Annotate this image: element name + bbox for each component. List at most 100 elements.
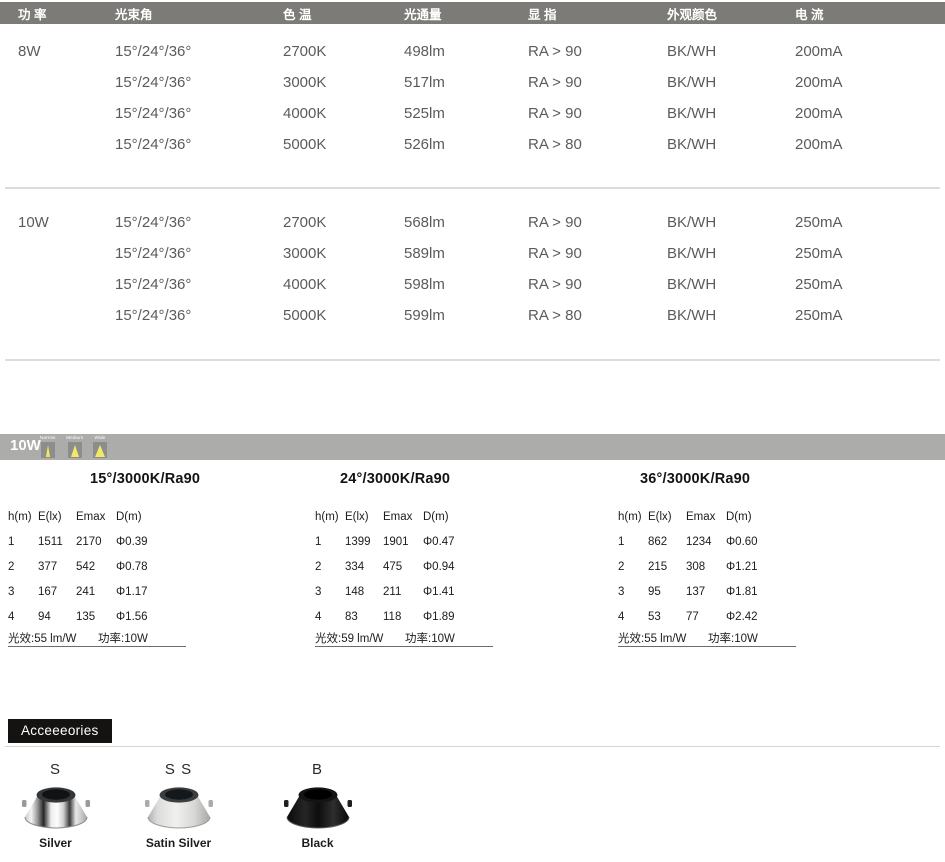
photometric-cell: Φ0.39 xyxy=(116,536,186,548)
spec-cell-color: BK/WH xyxy=(667,105,795,122)
spec-table-row: 8W15°/24°/36°2700K498lmRA > 90BK/WH200mA xyxy=(0,36,945,67)
spec-cell-color: BK/WH xyxy=(667,276,795,293)
spec-cell-beam: 15°/24°/36° xyxy=(115,214,283,231)
spec-cell-current: 250mA xyxy=(795,276,945,293)
photometric-table: h(m)E(lx)EmaxD(m)115112170Φ0.392377542Φ0… xyxy=(8,504,186,647)
beam-icons: Narrow Medium Wide xyxy=(38,435,107,458)
photometric-header-cell: Emax xyxy=(686,511,726,523)
reflector-ring-satin-silver-image xyxy=(131,781,226,835)
accessories-title: Acceeeories xyxy=(21,723,99,738)
spec-cell-beam: 15°/24°/36° xyxy=(115,105,283,122)
photometric-cell: 4 xyxy=(618,611,648,623)
spec-header-cell: 光通量 xyxy=(404,4,528,23)
photometric-cell: Φ1.17 xyxy=(116,586,186,598)
photometric-cell: 2 xyxy=(8,561,38,573)
spec-cell-current: 200mA xyxy=(795,136,945,153)
photometric-cell: 215 xyxy=(648,561,686,573)
photometric-cell: Φ0.94 xyxy=(423,561,493,573)
spec-table-row: 15°/24°/36°4000K598lmRA > 90BK/WH250mA xyxy=(0,269,945,300)
accessory-code: S xyxy=(8,761,103,779)
beam-icon-group: Medium xyxy=(64,435,85,458)
spec-cell-cri: RA > 80 xyxy=(528,136,667,153)
reflector-ring-black-image xyxy=(270,781,365,835)
narrow-beam-icon xyxy=(41,442,55,458)
spec-group: 8W15°/24°/36°2700K498lmRA > 90BK/WH200mA… xyxy=(0,36,945,160)
spec-table-row: 10W15°/24°/36°2700K568lmRA > 90BK/WH250m… xyxy=(0,207,945,238)
power-cell: 10W xyxy=(18,214,115,231)
spec-header-cell: 光束角 xyxy=(115,4,283,23)
photometric-row: 115112170Φ0.39 xyxy=(8,529,186,554)
photometric-header-cell: E(lx) xyxy=(648,511,686,523)
photometric-row: 45377Φ2.42 xyxy=(618,604,796,629)
spec-cell-color: BK/WH xyxy=(667,43,795,60)
spec-sheet-page: 功 率光束角色 温光通量显 指外观颜色电 流 8W15°/24°/36°2700… xyxy=(0,0,945,862)
photometric-cell: 83 xyxy=(345,611,383,623)
medium-beam-icon xyxy=(68,442,82,458)
power-label: 功率:10W xyxy=(708,630,758,646)
spec-cell-current: 200mA xyxy=(795,43,945,60)
divider-line xyxy=(5,746,940,747)
spec-cell-current: 250mA xyxy=(795,214,945,231)
spec-cell-cri: RA > 90 xyxy=(528,276,667,293)
photometric-footer: 光效:55 lm/W功率:10W xyxy=(8,629,186,647)
photometric-cell: Φ0.78 xyxy=(116,561,186,573)
spec-cell-flux: 589lm xyxy=(404,245,528,262)
photometric-cell: 1 xyxy=(8,536,38,548)
spec-table-row: 15°/24°/36°4000K525lmRA > 90BK/WH200mA xyxy=(0,98,945,129)
spec-cell-beam: 15°/24°/36° xyxy=(115,74,283,91)
beam-label: Medium xyxy=(66,436,83,442)
accessory-item: SSilver xyxy=(8,761,103,850)
spec-cell-current: 250mA xyxy=(795,307,945,324)
photometric-cell: 118 xyxy=(383,611,423,623)
photometric-cell: Φ1.41 xyxy=(423,586,493,598)
spec-cell-cct: 3000K xyxy=(283,245,404,262)
photometric-cell: 1 xyxy=(315,536,345,548)
photometric-header-cell: h(m) xyxy=(618,511,648,523)
spec-cell-beam: 15°/24°/36° xyxy=(115,43,283,60)
spec-cell-beam: 15°/24°/36° xyxy=(115,307,283,324)
photometric-header-row: h(m)E(lx)EmaxD(m) xyxy=(315,504,493,529)
spec-header-cell: 显 指 xyxy=(528,4,667,23)
spec-cell-cri: RA > 90 xyxy=(528,214,667,231)
photometric-cell: 2 xyxy=(315,561,345,573)
spec-table-body: 8W15°/24°/36°2700K498lmRA > 90BK/WH200mA… xyxy=(0,24,945,331)
spec-cell-flux: 517lm xyxy=(404,74,528,91)
photometric-footer: 光效:55 lm/W功率:10W xyxy=(618,629,796,647)
photometric-table-title: 36°/3000K/Ra90 xyxy=(640,471,750,487)
spec-cell-cct: 4000K xyxy=(283,276,404,293)
spec-cell-flux: 598lm xyxy=(404,276,528,293)
photometric-cell: Φ1.56 xyxy=(116,611,186,623)
beam-icon-group: Narrow xyxy=(38,435,57,458)
photometric-row: 3167241Φ1.17 xyxy=(8,579,186,604)
spec-cell-cri: RA > 90 xyxy=(528,245,667,262)
photometric-row: 18621234Φ0.60 xyxy=(618,529,796,554)
beam-triangle xyxy=(46,445,50,457)
spec-group: 10W15°/24°/36°2700K568lmRA > 90BK/WH250m… xyxy=(0,207,945,331)
photometric-cell: 4 xyxy=(315,611,345,623)
photometric-row: 483118Φ1.89 xyxy=(315,604,493,629)
photometric-cell: 2170 xyxy=(76,536,116,548)
spec-cell-beam: 15°/24°/36° xyxy=(115,136,283,153)
photometric-cell: 241 xyxy=(76,586,116,598)
accessory-code: B xyxy=(270,761,365,779)
photometric-header-cell: D(m) xyxy=(423,511,493,523)
spec-cell-flux: 525lm xyxy=(404,105,528,122)
photometric-cell: 95 xyxy=(648,586,686,598)
wide-beam-icon xyxy=(93,442,107,458)
spec-cell-flux: 599lm xyxy=(404,307,528,324)
photometric-header-cell: Emax xyxy=(76,511,116,523)
spec-cell-flux: 568lm xyxy=(404,214,528,231)
spec-cell-cct: 5000K xyxy=(283,307,404,324)
photometric-cell: Φ1.89 xyxy=(423,611,493,623)
photometric-table-title: 24°/3000K/Ra90 xyxy=(340,471,450,487)
photometric-header-cell: E(lx) xyxy=(345,511,383,523)
photometric-cell: 1901 xyxy=(383,536,423,548)
spec-cell-color: BK/WH xyxy=(667,307,795,324)
spec-cell-cct: 2700K xyxy=(283,43,404,60)
beam-icon-group: Wide xyxy=(93,435,107,458)
spec-table-row: 15°/24°/36°5000K526lmRA > 80BK/WH200mA xyxy=(0,129,945,160)
spec-cell-cri: RA > 90 xyxy=(528,74,667,91)
spec-cell-cct: 4000K xyxy=(283,105,404,122)
spec-header-cell: 外观颜色 xyxy=(667,4,795,23)
photometric-cell: 137 xyxy=(686,586,726,598)
